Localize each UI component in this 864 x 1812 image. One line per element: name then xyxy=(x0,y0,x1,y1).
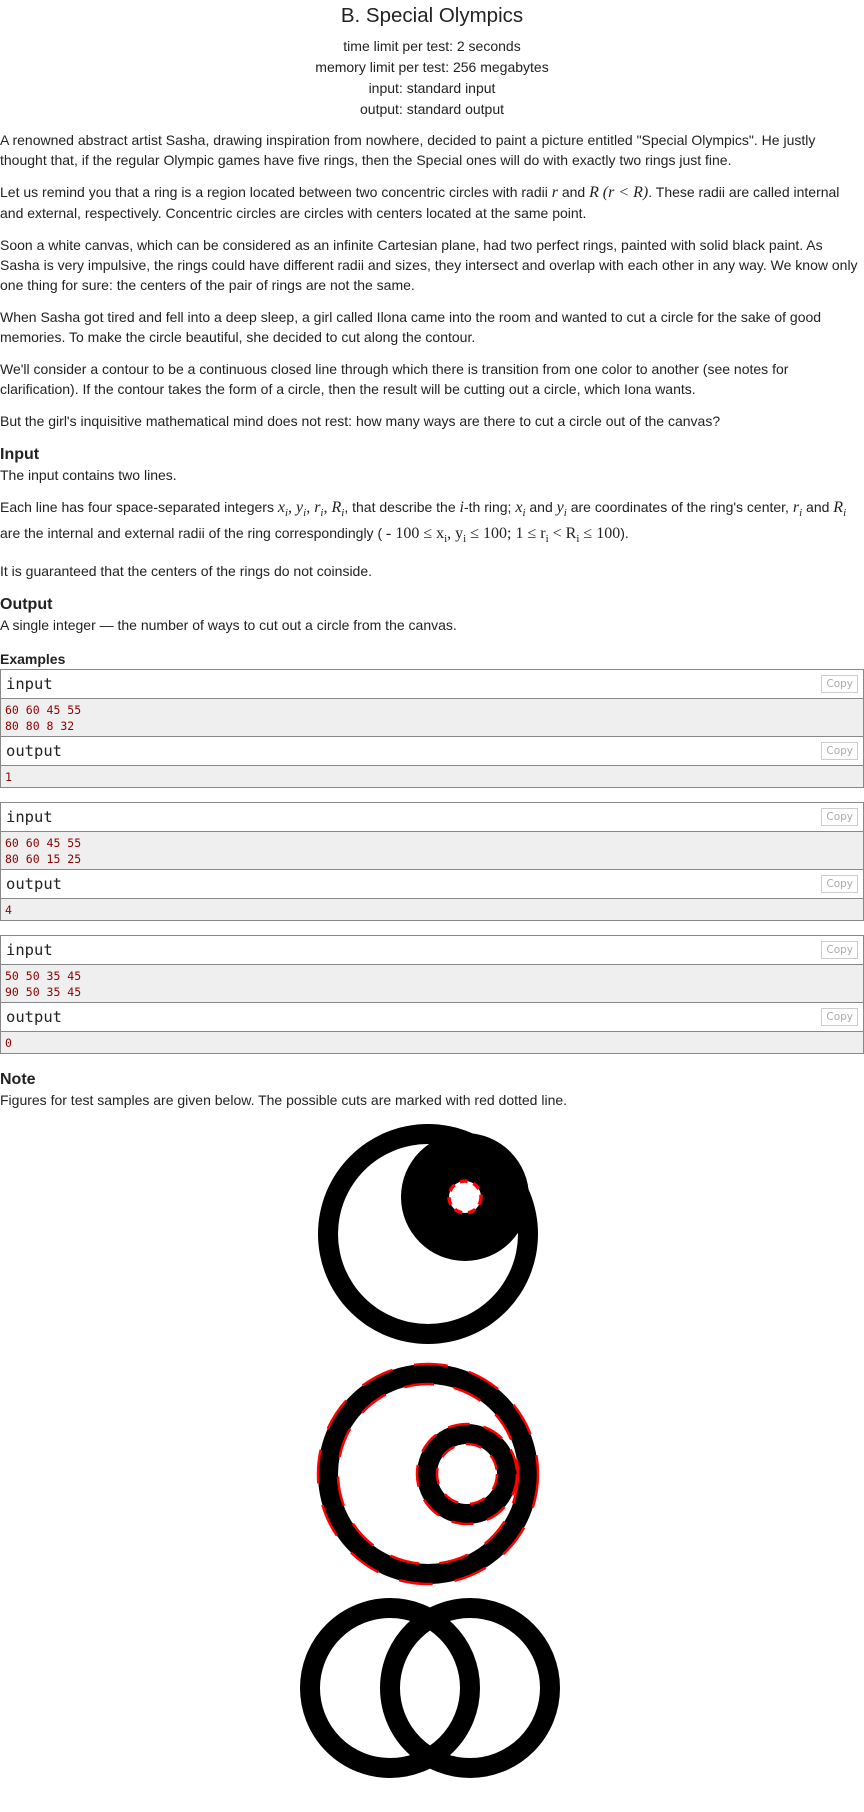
statement-paragraph-3: Soon a white canvas, which can be consid… xyxy=(0,237,858,293)
input-specification: Input The input contains two lines. Each… xyxy=(0,445,864,581)
sample-output-header: output Copy xyxy=(1,870,863,900)
problem-header: B. Special Olympics time limit per test:… xyxy=(0,0,864,120)
sample-output-header: output Copy xyxy=(1,737,863,767)
note-heading: Note xyxy=(0,1071,36,1089)
sample-output-body: 1 xyxy=(1,766,863,788)
output-specification: Output A single integer — the number of … xyxy=(0,595,864,635)
examples-heading: Examples xyxy=(0,651,66,668)
statement-paragraph-4: When Sasha got tired and fell into a dee… xyxy=(0,309,822,345)
sample-output-label: output xyxy=(6,1008,62,1027)
sample-input-body: 50 50 35 45 90 50 35 45 xyxy=(1,965,863,1004)
sample-input-label: input xyxy=(6,941,53,960)
figure-sample-2 xyxy=(316,1363,540,1586)
sample-tests: Examples input Copy 60 60 45 55 80 80 8 … xyxy=(0,649,864,1055)
figure-sample-3 xyxy=(300,1598,560,1779)
input-line-1: The input contains two lines. xyxy=(0,467,177,483)
output-file: output: standard output xyxy=(360,101,504,117)
sample-input-header: input Copy xyxy=(1,803,863,833)
input-line-2: Each line has four space-separated integ… xyxy=(0,499,847,546)
output-heading: Output xyxy=(0,596,53,614)
sample-output-label: output xyxy=(6,742,62,761)
sample-test-2: input Copy 60 60 45 55 80 60 15 25 outpu… xyxy=(0,802,864,922)
sample-output-body: 0 xyxy=(1,1032,863,1054)
legend: A renowned abstract artist Sasha, drawin… xyxy=(0,130,864,431)
sample-test-3: input Copy 50 50 35 45 90 50 35 45 outpu… xyxy=(0,935,864,1055)
time-limit: time limit per test: 2 seconds xyxy=(343,38,521,54)
copy-input-button[interactable]: Copy xyxy=(821,808,858,827)
copy-output-button[interactable]: Copy xyxy=(821,1008,858,1027)
note-text: Figures for test samples are given below… xyxy=(0,1092,568,1109)
statement-paragraph-2: Let us remind you that a ring is a regio… xyxy=(0,184,840,221)
sample-input-label: input xyxy=(6,675,53,694)
statement-paragraph-6: But the girl's inquisitive mathematical … xyxy=(0,413,721,429)
copy-output-button[interactable]: Copy xyxy=(821,742,858,761)
sample-output-header: output Copy xyxy=(1,1003,863,1033)
input-line-3: It is guaranteed that the centers of the… xyxy=(0,563,373,580)
figure-sample-1 xyxy=(318,1124,538,1345)
sample-input-header: input Copy xyxy=(1,670,863,700)
sample-input-body: 60 60 45 55 80 60 15 25 xyxy=(1,832,863,871)
sample-input-label: input xyxy=(6,808,53,827)
sample-output-label: output xyxy=(6,875,62,894)
copy-input-button[interactable]: Copy xyxy=(821,941,858,960)
statement-paragraph-5: We'll consider a contour to be a continu… xyxy=(0,361,789,397)
copy-output-button[interactable]: Copy xyxy=(821,875,858,894)
note-section: Note Figures for test samples are given … xyxy=(0,1070,864,1110)
memory-limit: memory limit per test: 256 megabytes xyxy=(315,59,549,75)
sample-output-body: 4 xyxy=(1,899,863,921)
sample-input-body: 60 60 45 55 80 80 8 32 xyxy=(1,699,863,738)
sample-input-header: input Copy xyxy=(1,936,863,966)
input-file: input: standard input xyxy=(368,80,496,96)
statement-paragraph-1: A renowned abstract artist Sasha, drawin… xyxy=(0,132,816,168)
problem-title: B. Special Olympics xyxy=(340,4,524,27)
output-line-1: A single integer — the number of ways to… xyxy=(0,617,457,634)
copy-input-button[interactable]: Copy xyxy=(821,675,858,694)
sample-test-1: input Copy 60 60 45 55 80 80 8 32 output… xyxy=(0,669,864,789)
input-heading: Input xyxy=(0,446,40,463)
